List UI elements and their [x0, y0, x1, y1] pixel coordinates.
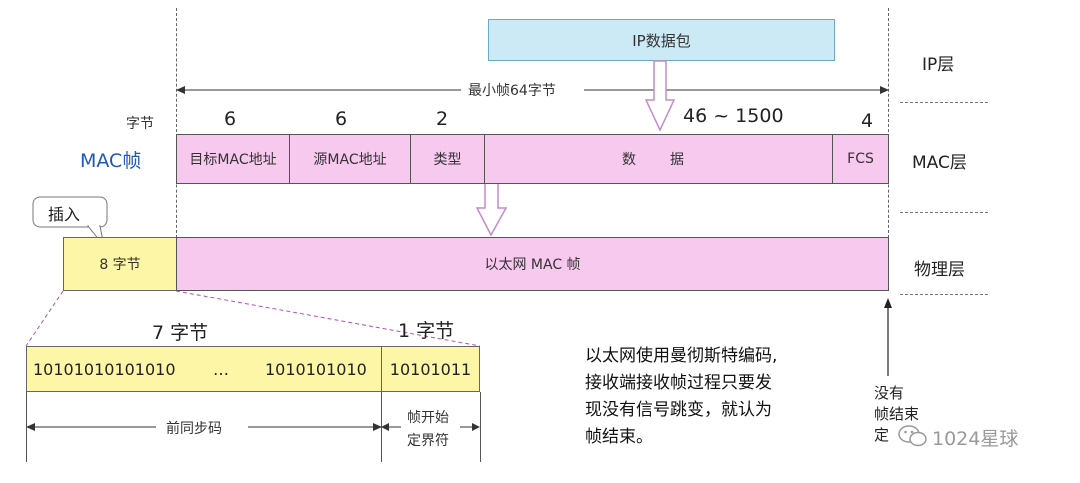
no-end-line-1: 没有	[874, 384, 905, 402]
sfd-bits-box: 10101011	[381, 346, 480, 392]
preamble-code-label: 前同步码	[166, 421, 222, 437]
preamble-bits-box: 10101010101010 … 1010101010	[26, 346, 382, 392]
one-byte-label: 1 字节	[398, 320, 455, 342]
bits-left: 10101010101010	[33, 359, 176, 379]
note-line-2: 接收端接收帧过程只要发	[585, 373, 772, 393]
seven-bytes-label: 7 字节	[152, 322, 209, 344]
note-line-3: 现没有信号跳变，就认为	[585, 400, 772, 420]
frame-end-arrow	[884, 298, 892, 376]
bits-right: 10101011	[389, 359, 472, 379]
bracket-right-edge	[480, 392, 481, 462]
sfd-label-line1: 帧开始	[407, 410, 449, 426]
wechat-icon	[898, 425, 927, 447]
manchester-note: 以太网使用曼彻斯特编码, 接收端接收帧过程只要发 现没有信号跳变，就认为 帧结束…	[585, 343, 777, 451]
note-line-4: 帧结束。	[585, 427, 653, 447]
bits-dots: …	[213, 359, 229, 379]
sfd-label-line2: 定界符	[407, 433, 449, 449]
watermark-text: 1024星球	[932, 428, 1019, 450]
bits-mid: 1010101010	[265, 359, 367, 379]
no-end-line-2: 帧结束	[874, 405, 920, 423]
note-line-1: 以太网使用曼彻斯特编码,	[585, 346, 778, 366]
